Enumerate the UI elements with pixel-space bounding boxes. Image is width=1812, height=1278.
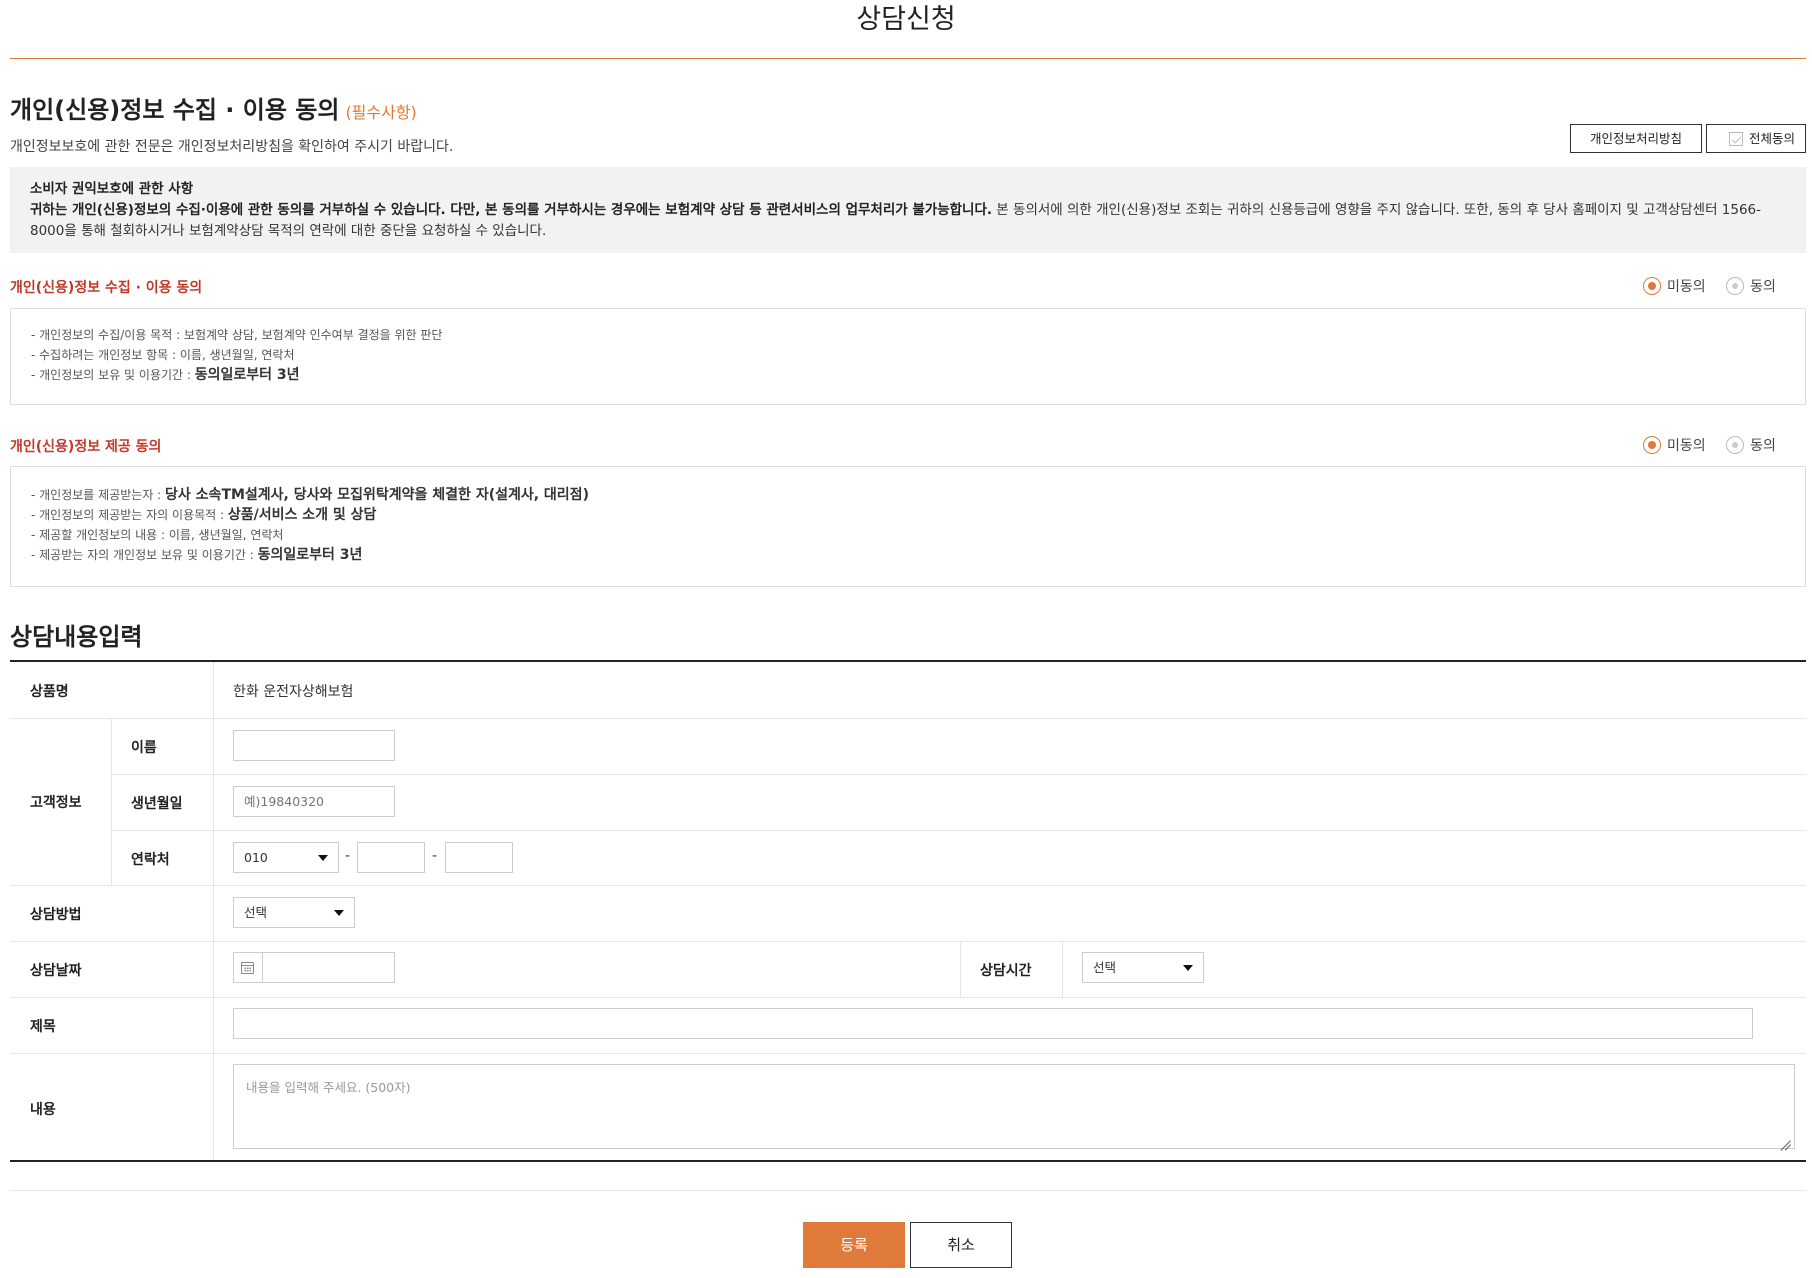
product-label: 상품명 <box>30 684 69 700</box>
provision-disagree-radio[interactable] <box>1643 436 1661 454</box>
consent-heading-text: 개인(신용)정보 수집 · 이용 동의 <box>10 96 340 124</box>
provision-item-text: - 개인정보의 제공받는 자의 이용목적 : <box>31 508 228 522</box>
collection-item: - 수집하려는 개인정보 항목 : 이름, 생년월일, 연락처 <box>31 345 1785 365</box>
collection-item-strong: 동의일로부터 3년 <box>194 367 300 383</box>
collection-agree-label: 동의 <box>1750 279 1776 295</box>
time-select-value: 선택 <box>1093 960 1117 975</box>
phone-prefix-value: 010 <box>244 850 268 865</box>
provision-item: - 제공할 개인정보의 내용 : 이름, 생년월일, 연락처 <box>31 525 1785 545</box>
collection-disagree-label: 미동의 <box>1667 279 1706 295</box>
row-divider <box>10 941 1806 942</box>
provision-consent-title: 개인(신용)정보 제공 동의 <box>10 439 162 455</box>
row-divider <box>10 885 1806 886</box>
provision-item-text: - 제공받는 자의 개인정보 보유 및 이용기간 : <box>31 548 258 562</box>
agree-all-label: 전체동의 <box>1748 131 1795 146</box>
collection-disagree-radio[interactable] <box>1643 277 1661 295</box>
col-divider <box>111 718 112 885</box>
collection-info-box: - 개인정보의 수집/이용 목적 : 보험계약 상담, 보험계약 인수여부 결정… <box>10 308 1806 405</box>
collection-item-text: - 개인정보의 보유 및 이용기간 : <box>31 368 195 382</box>
provision-item-text: - 개인정보를 제공받는자 : <box>31 488 166 502</box>
agree-all-button[interactable]: 전체동의 <box>1706 124 1806 153</box>
provision-item-text: - 제공할 개인정보의 내용 : 이름, 생년월일, 연락처 <box>31 528 284 542</box>
provision-item-strong: 동의일로부터 3년 <box>257 547 363 563</box>
content-label: 내용 <box>30 1102 56 1118</box>
customer-label: 고객정보 <box>30 795 82 811</box>
checkbox-icon <box>1728 132 1743 146</box>
footer-divider <box>10 1190 1806 1191</box>
row-divider <box>10 1053 1806 1054</box>
phone-separator: - <box>432 848 438 864</box>
collection-item: - 개인정보의 수집/이용 목적 : 보험계약 상담, 보험계약 인수여부 결정… <box>31 325 1785 345</box>
form-top-border <box>10 660 1806 662</box>
provision-disagree-label: 미동의 <box>1667 438 1706 454</box>
name-label: 이름 <box>131 740 157 756</box>
subject-input[interactable] <box>233 1008 1753 1039</box>
provision-consent-radios: 미동의 동의 <box>1643 435 1776 455</box>
method-label: 상담방법 <box>30 907 82 923</box>
col-divider <box>1062 941 1063 997</box>
required-tag: (필수사항) <box>345 103 417 122</box>
calendar-icon <box>241 962 254 974</box>
consumer-notice: 소비자 권익보호에 관한 사항 귀하는 개인(신용)정보의 수집·이용에 관한 … <box>10 167 1806 253</box>
row-divider <box>111 774 1806 775</box>
content-textarea[interactable]: 내용을 입력해 주세요. (500자) <box>233 1064 1795 1149</box>
chevron-down-icon <box>334 910 344 916</box>
collection-agree-radio[interactable] <box>1726 277 1745 295</box>
chevron-down-icon <box>1183 965 1193 971</box>
method-select[interactable]: 선택 <box>233 897 355 928</box>
consent-subtext: 개인정보보호에 관한 전문은 개인정보처리방침을 확인하여 주시기 바랍니다. <box>10 139 454 155</box>
phone-label: 연락처 <box>131 852 170 868</box>
date-input[interactable] <box>262 952 395 983</box>
product-value: 한화 운전자상해보험 <box>233 684 354 700</box>
col-divider <box>213 662 214 1160</box>
row-divider <box>10 997 1806 998</box>
provision-agree-radio[interactable] <box>1726 436 1745 454</box>
col-divider <box>960 941 961 997</box>
time-select[interactable]: 선택 <box>1082 952 1204 983</box>
phone-middle-input[interactable] <box>357 842 425 873</box>
provision-info-box: - 개인정보를 제공받는자 : 당사 소속TM설계사, 당사와 모집위탁계약을 … <box>10 466 1806 587</box>
consent-heading: 개인(신용)정보 수집 · 이용 동의 (필수사항) <box>10 90 417 125</box>
collection-item-text: - 수집하려는 개인정보 항목 : 이름, 생년월일, 연락처 <box>31 348 295 362</box>
birthdate-input[interactable] <box>233 786 395 817</box>
calendar-button[interactable] <box>233 952 262 983</box>
chevron-down-icon <box>318 855 328 861</box>
provision-agree-label: 동의 <box>1750 438 1776 454</box>
row-divider <box>10 718 1806 719</box>
resize-handle-icon[interactable] <box>1778 1132 1792 1146</box>
form-bottom-border <box>10 1160 1806 1162</box>
provision-item-strong: 당사 소속TM설계사, 당사와 모집위탁계약을 체결한 자(설계사, 대리점) <box>165 487 589 503</box>
collection-item: - 개인정보의 보유 및 이용기간 : 동의일로부터 3년 <box>31 365 1785 385</box>
collection-consent-radios: 미동의 동의 <box>1643 276 1776 296</box>
page-title: 상담신청 <box>856 4 956 35</box>
collection-consent-title: 개인(신용)정보 수집 · 이용 동의 <box>10 280 203 296</box>
phone-prefix-select[interactable]: 010 <box>233 842 339 873</box>
row-divider <box>111 830 1806 831</box>
content-placeholder: 내용을 입력해 주세요. (500자) <box>246 1080 411 1095</box>
birth-label: 생년월일 <box>131 796 183 812</box>
cancel-button[interactable]: 취소 <box>910 1222 1012 1268</box>
submit-button[interactable]: 등록 <box>803 1222 905 1268</box>
collection-item-text: - 개인정보의 수집/이용 목적 : 보험계약 상담, 보험계약 인수여부 결정… <box>31 328 443 342</box>
notice-title: 소비자 권익보호에 관한 사항 <box>30 181 194 197</box>
method-select-value: 선택 <box>244 905 268 920</box>
phone-last-input[interactable] <box>445 842 513 873</box>
name-input[interactable] <box>233 730 395 761</box>
provision-item: - 제공받는 자의 개인정보 보유 및 이용기간 : 동의일로부터 3년 <box>31 545 1785 565</box>
privacy-policy-button[interactable]: 개인정보처리방침 <box>1570 124 1702 153</box>
provision-item: - 개인정보의 제공받는 자의 이용목적 : 상품/서비스 소개 및 상담 <box>31 505 1785 525</box>
phone-separator: - <box>345 848 351 864</box>
title-divider <box>10 58 1806 59</box>
time-label: 상담시간 <box>980 963 1032 979</box>
date-label: 상담날짜 <box>30 963 82 979</box>
provision-item: - 개인정보를 제공받는자 : 당사 소속TM설계사, 당사와 모집위탁계약을 … <box>31 485 1785 505</box>
provision-item-strong: 상품/서비스 소개 및 상담 <box>227 507 377 523</box>
notice-body: 귀하는 개인(신용)정보의 수집·이용에 관한 동의를 거부하실 수 있습니다.… <box>30 200 1786 242</box>
notice-bold-text: 귀하는 개인(신용)정보의 수집·이용에 관한 동의를 거부하실 수 있습니다.… <box>30 202 993 218</box>
form-heading: 상담내용입력 <box>10 623 143 651</box>
subject-label: 제목 <box>30 1019 56 1035</box>
